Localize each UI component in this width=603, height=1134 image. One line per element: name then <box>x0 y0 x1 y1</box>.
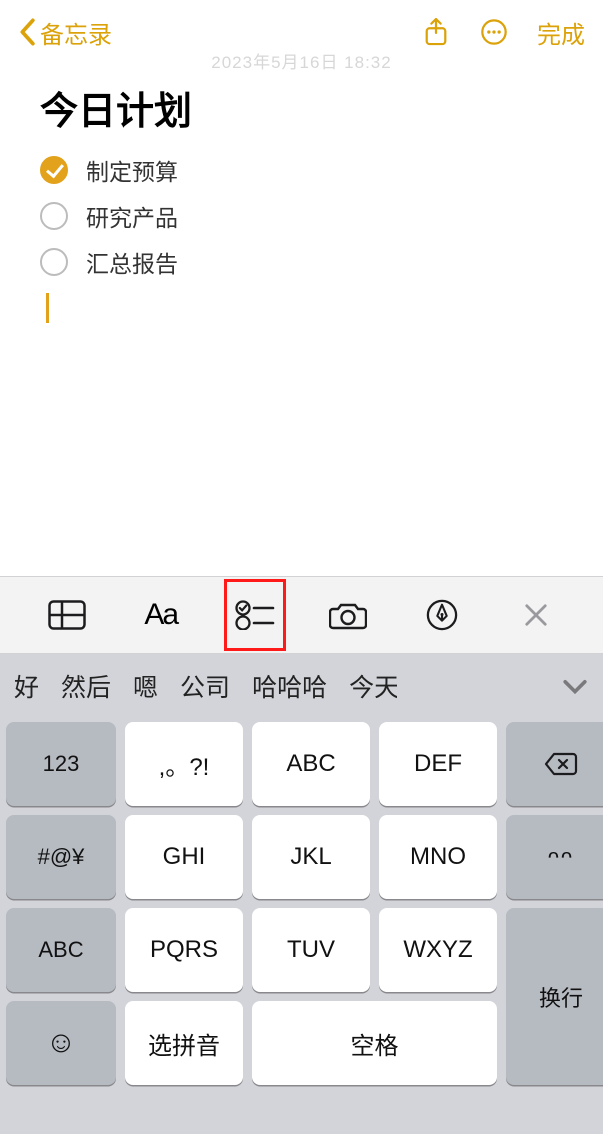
checkbox-icon[interactable] <box>40 248 68 276</box>
chevron-left-icon <box>18 18 36 46</box>
format-toolbar: Aa <box>0 576 603 654</box>
candidate-word[interactable]: 好 <box>14 668 39 704</box>
checkbox-checked-icon[interactable] <box>40 156 68 184</box>
back-label: 备忘录 <box>40 15 112 50</box>
key-select-pinyin[interactable]: 选拼音 <box>125 1001 243 1085</box>
candidate-word[interactable]: 嗯 <box>133 668 158 704</box>
pen-tip-icon <box>426 599 458 631</box>
textformat-icon: Aa <box>144 598 177 632</box>
candidate-word[interactable]: 今天 <box>349 668 397 704</box>
more-button[interactable] <box>479 17 509 47</box>
key-caret[interactable]: ᴖᴖ <box>506 815 603 899</box>
candidate-word[interactable]: 公司 <box>180 668 230 704</box>
key-grid: 123 ,。?! ABC DEF #@¥ GHI JKL MNO ᴖᴖ ABC … <box>0 712 603 1095</box>
key-abc-mode[interactable]: ABC <box>6 908 116 992</box>
key-backspace[interactable] <box>506 722 603 806</box>
table-icon <box>48 600 86 630</box>
note-timestamp: 2023年5月16日 18:32 <box>0 48 603 73</box>
todo-text[interactable]: 汇总报告 <box>86 245 178 279</box>
chevron-down-icon[interactable] <box>561 672 589 700</box>
key-abc[interactable]: ABC <box>252 722 370 806</box>
key-wxyz[interactable]: WXYZ <box>379 908 497 992</box>
ellipsis-circle-icon <box>480 18 508 46</box>
key-jkl[interactable]: JKL <box>252 815 370 899</box>
camera-icon <box>329 600 367 630</box>
todo-item[interactable]: 制定预算 <box>40 147 563 193</box>
camera-button[interactable] <box>322 589 374 641</box>
todo-text[interactable]: 研究产品 <box>86 199 178 233</box>
textformat-button[interactable]: Aa <box>135 589 187 641</box>
candidate-word[interactable]: 哈哈哈 <box>252 668 327 704</box>
text-cursor <box>46 293 49 323</box>
note-body[interactable]: 今日计划 制定预算 研究产品 汇总报告 <box>0 64 603 323</box>
key-123[interactable]: 123 <box>6 722 116 806</box>
todo-text[interactable]: 制定预算 <box>86 153 178 187</box>
note-title[interactable]: 今日计划 <box>40 80 563 135</box>
key-def[interactable]: DEF <box>379 722 497 806</box>
key-tuv[interactable]: TUV <box>252 908 370 992</box>
key-punct[interactable]: ,。?! <box>125 722 243 806</box>
backspace-icon <box>544 752 578 776</box>
share-icon <box>423 17 449 47</box>
key-return[interactable]: 换行 <box>506 908 603 1085</box>
todo-item[interactable]: 研究产品 <box>40 193 563 239</box>
checklist-icon <box>235 600 275 630</box>
key-symbols[interactable]: #@¥ <box>6 815 116 899</box>
share-button[interactable] <box>421 17 451 47</box>
key-space[interactable]: 空格 <box>252 1001 497 1085</box>
table-button[interactable] <box>41 589 93 641</box>
emoji-icon: ☺ <box>46 1026 77 1060</box>
markup-button[interactable] <box>416 589 468 641</box>
key-emoji[interactable]: ☺ <box>6 1001 116 1085</box>
candidate-word[interactable]: 然后 <box>61 668 111 704</box>
dismiss-keyboard-button[interactable] <box>510 589 562 641</box>
nav-actions: 完成 <box>421 15 585 50</box>
key-ghi[interactable]: GHI <box>125 815 243 899</box>
checklist-button[interactable] <box>229 589 281 641</box>
keyboard: 好 然后 嗯 公司 哈哈哈 今天 123 ,。?! ABC DEF #@¥ GH… <box>0 654 603 1134</box>
done-button[interactable]: 完成 <box>537 15 585 50</box>
todo-item[interactable]: 汇总报告 <box>40 239 563 285</box>
candidate-bar: 好 然后 嗯 公司 哈哈哈 今天 <box>0 654 603 718</box>
back-button[interactable]: 备忘录 <box>18 15 112 50</box>
key-pqrs[interactable]: PQRS <box>125 908 243 992</box>
close-icon <box>524 603 548 627</box>
checkbox-icon[interactable] <box>40 202 68 230</box>
key-mno[interactable]: MNO <box>379 815 497 899</box>
